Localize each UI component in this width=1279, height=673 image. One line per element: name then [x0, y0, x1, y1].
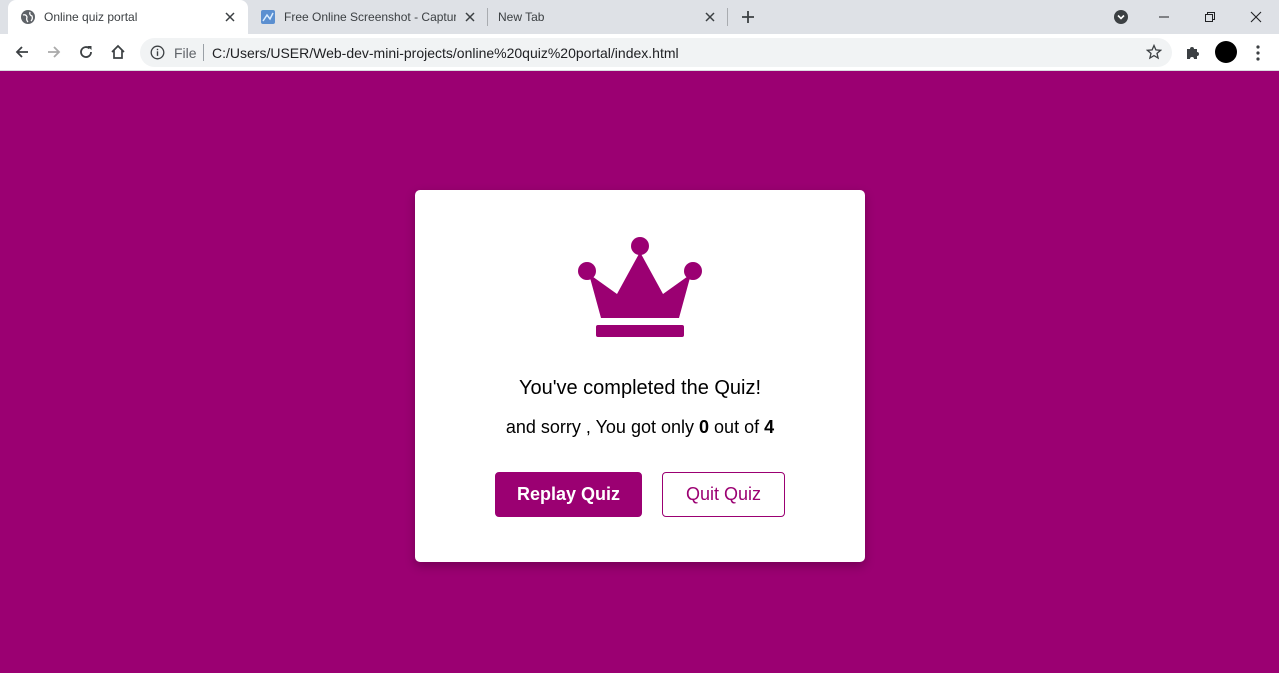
info-icon[interactable]	[150, 45, 165, 60]
tab-separator	[727, 8, 728, 26]
completion-message: You've completed the Quiz!	[518, 377, 762, 399]
score-total: 4	[764, 417, 775, 437]
score-message: and sorry , You got only 0 out of 4	[415, 417, 865, 438]
omnibox-divider	[203, 44, 204, 61]
tab-online-quiz-portal[interactable]: Online quiz portal	[8, 0, 248, 34]
close-tab-icon[interactable]	[462, 9, 478, 25]
tab-title: Free Online Screenshot - Capture	[284, 10, 456, 24]
score-value: 0	[699, 417, 710, 437]
browser-toolbar: File C:/Users/USER/Web-dev-mini-projects…	[0, 34, 1279, 71]
forward-arrow-icon	[48, 46, 61, 58]
close-icon	[1250, 11, 1262, 23]
kebab-menu-icon	[1256, 44, 1260, 61]
screenshot-site-icon	[261, 10, 275, 24]
plus-icon	[742, 11, 754, 23]
browser-menu-button[interactable]	[1250, 43, 1266, 62]
restore-icon	[1205, 12, 1215, 22]
minimize-icon	[1159, 16, 1169, 18]
quit-quiz-button[interactable]: Quit Quiz	[662, 472, 785, 517]
back-arrow-icon	[15, 46, 28, 58]
crown-icon	[578, 237, 702, 337]
reload-icon	[80, 46, 92, 58]
tab-new-tab[interactable]: New Tab	[488, 0, 728, 34]
tab-search-button[interactable]	[1098, 0, 1144, 34]
tab-strip: Online quiz portal Free Online Screensho…	[0, 0, 1279, 34]
profile-avatar[interactable]	[1215, 41, 1237, 63]
restore-button[interactable]	[1187, 0, 1233, 34]
scheme-label: File	[174, 45, 197, 61]
replay-quiz-button[interactable]: Replay Quiz	[495, 472, 642, 517]
extensions-puzzle-icon[interactable]	[1184, 43, 1203, 62]
tab-search-icon	[1114, 10, 1128, 24]
tab-title: Online quiz portal	[44, 10, 138, 24]
tab-free-online-screenshot[interactable]: Free Online Screenshot - Capture	[248, 0, 488, 34]
tab-title: New Tab	[498, 10, 545, 24]
close-tab-icon[interactable]	[222, 9, 238, 25]
forward-button[interactable]	[42, 40, 66, 64]
score-prefix: and sorry , You got only	[505, 417, 694, 437]
reload-button[interactable]	[74, 40, 98, 64]
minimize-button[interactable]	[1141, 0, 1187, 34]
url-text[interactable]: C:/Users/USER/Web-dev-mini-projects/onli…	[212, 45, 679, 61]
window-close-button[interactable]	[1233, 0, 1279, 34]
globe-icon	[21, 10, 35, 24]
close-tab-icon[interactable]	[702, 9, 718, 25]
new-tab-button[interactable]	[738, 7, 758, 27]
bookmark-star-icon[interactable]	[1146, 44, 1162, 60]
score-middle: out of	[714, 417, 760, 437]
back-button[interactable]	[10, 40, 34, 64]
home-icon	[111, 44, 125, 59]
home-button[interactable]	[106, 40, 130, 64]
address-bar[interactable]: File C:/Users/USER/Web-dev-mini-projects…	[140, 38, 1172, 67]
